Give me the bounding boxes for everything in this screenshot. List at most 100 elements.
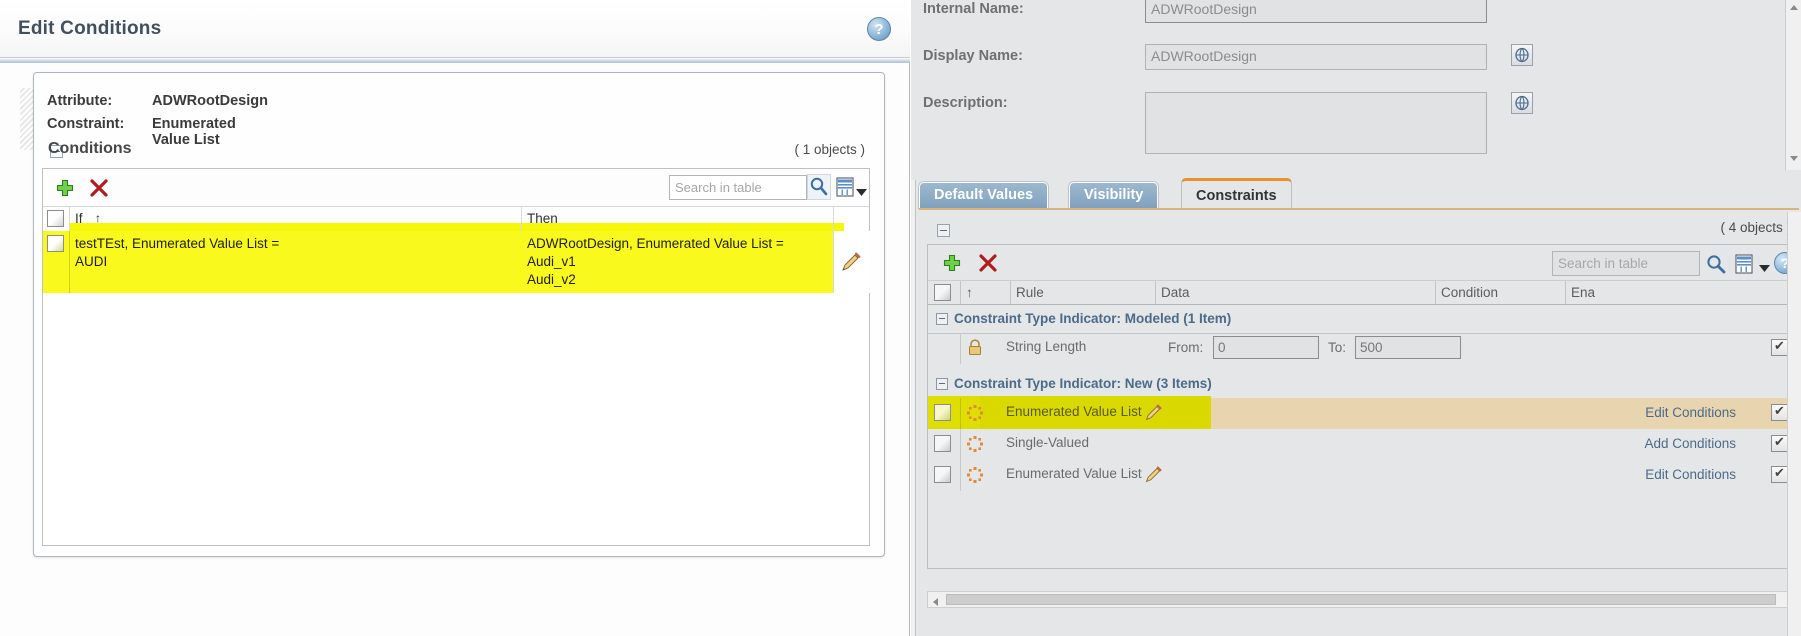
constraints-toolbar: ? (928, 245, 1798, 281)
description-field[interactable] (1145, 92, 1487, 154)
attribute-form: Internal Name: ADWRootDesign Display Nam… (911, 0, 1801, 180)
constraints-search-wrapper[interactable] (1552, 251, 1700, 276)
new-constraint-icon (966, 435, 984, 453)
constraints-expander[interactable] (937, 224, 950, 237)
table-row[interactable]: testTEst, Enumerated Value List = AUDI A… (43, 231, 870, 293)
from-label: From: (1168, 340, 1204, 355)
rule-label: Single-Valued (1006, 435, 1090, 450)
column-header-if[interactable]: If (69, 207, 521, 231)
table-row-single-valued[interactable]: Single-Valued Add Conditions (928, 429, 1798, 460)
add-plus-icon[interactable] (55, 178, 75, 198)
table-row-enumerated-value-list-selected[interactable]: Enumerated Value List Edit Conditions (928, 396, 1798, 429)
enabled-checkbox[interactable] (1771, 402, 1788, 421)
table-row-enumerated-value-list-2[interactable]: Enumerated Value List Edit Conditions (928, 460, 1798, 491)
enabled-checkbox[interactable] (1771, 337, 1788, 356)
internal-name-label: Internal Name: (923, 1, 1024, 17)
group-label-modeled: Constraint Type Indicator: Modeled (1 It… (954, 311, 1232, 326)
display-name-field[interactable]: ADWRootDesign (1145, 44, 1487, 70)
sort-indicator-icon[interactable]: ↑ (95, 211, 101, 225)
conditions-table-header: If ↑ Then (43, 207, 870, 237)
add-plus-icon-constraints[interactable] (942, 253, 962, 273)
string-length-to-field[interactable]: 500 (1355, 336, 1461, 359)
tab-strip-underline (919, 208, 1799, 210)
string-length-from-field[interactable]: 0 (1213, 336, 1319, 359)
select-all-checkbox[interactable] (47, 210, 64, 227)
column-header-actions (833, 207, 870, 231)
description-label: Description: (923, 95, 1008, 111)
pencil-edit-icon[interactable] (840, 251, 862, 273)
constraints-vertical-scrollbar[interactable] (1787, 212, 1801, 636)
column-header-rule[interactable]: Rule (1010, 281, 1155, 304)
edit-conditions-link-2[interactable]: Edit Conditions (1645, 467, 1736, 482)
rule-label: Enumerated Value List (1006, 404, 1142, 419)
group-expander-modeled[interactable] (936, 313, 948, 325)
app-root: Edit Conditions ? Attribute: ADWRootDesi… (0, 0, 1801, 636)
scrollbar-thumb[interactable] (946, 594, 1776, 605)
page-title: Edit Conditions (18, 18, 162, 39)
translate-globe-icon-display-name[interactable] (1511, 44, 1533, 66)
add-conditions-link[interactable]: Add Conditions (1644, 436, 1736, 451)
table-grid-icon-constraints[interactable] (1734, 253, 1754, 275)
scroll-down-arrow[interactable] (1788, 152, 1800, 164)
help-icon[interactable]: ? (867, 17, 891, 41)
attribute-value: ADWRootDesign (152, 93, 268, 109)
form-vertical-scrollbar[interactable] (1785, 0, 1801, 170)
group-header-new[interactable]: Constraint Type Indicator: New (3 Items) (928, 372, 1798, 398)
attribute-label: Attribute: (47, 93, 113, 109)
table-row-string-length[interactable]: String Length From: 0 To: 500 (928, 333, 1798, 364)
internal-name-field[interactable]: ADWRootDesign (1145, 0, 1487, 23)
constraints-section: ( 4 objects ) Search in table ? ↑ Rule D… (919, 212, 1799, 636)
search-input-wrapper[interactable] (669, 175, 807, 200)
conditions-section-title: Conditions (48, 140, 132, 157)
rule-label: String Length (1006, 339, 1087, 354)
new-constraint-icon (966, 404, 984, 422)
constraints-horizontal-scrollbar[interactable] (927, 591, 1799, 608)
constraints-search-input[interactable] (1553, 252, 1699, 275)
column-header-condition[interactable]: Condition (1435, 281, 1565, 304)
group-expander-new[interactable] (936, 378, 948, 390)
pencil-edit-icon[interactable] (1144, 403, 1163, 422)
conditions-table: If ↑ Then testTEst, Enumerated Value Lis… (42, 168, 870, 546)
delete-x-icon[interactable] (89, 178, 109, 198)
group-header-modeled[interactable]: Constraint Type Indicator: Modeled (1 It… (928, 307, 1798, 333)
row-checkbox[interactable] (934, 466, 951, 483)
row-divider (960, 333, 961, 364)
constraint-value: Enumerated Value List (152, 116, 236, 148)
row-divider (960, 398, 961, 429)
edit-conditions-link[interactable]: Edit Conditions (1645, 405, 1736, 420)
column-header-then[interactable]: Then (521, 207, 833, 231)
tab-constraints[interactable]: Constraints (1181, 178, 1292, 209)
chevron-down-icon-constraints[interactable] (1759, 260, 1770, 272)
cell-if: testTEst, Enumerated Value List = AUDI (75, 236, 280, 269)
constraint-label: Constraint: (47, 116, 125, 132)
translate-globe-icon-description[interactable] (1511, 92, 1533, 114)
tab-default-values[interactable]: Default Values (919, 182, 1049, 208)
column-header-enabled[interactable]: Ena (1565, 281, 1625, 304)
row-divider (69, 231, 70, 293)
table-empty-area (43, 293, 869, 545)
column-header-data[interactable]: Data (1155, 281, 1435, 304)
tab-visibility[interactable]: Visibility (1069, 182, 1159, 208)
chevron-down-icon[interactable] (856, 184, 867, 196)
scroll-left-arrow[interactable] (931, 595, 941, 606)
search-magnifier-icon[interactable] (807, 174, 831, 200)
constraints-table-header: ↑ Rule Data Condition Ena (928, 281, 1798, 305)
resize-hatch-decoration (20, 88, 34, 150)
table-grid-icon[interactable] (835, 176, 855, 198)
dialog-titlebar: Edit Conditions ? (0, 0, 910, 58)
row-checkbox[interactable] (934, 404, 951, 421)
properties-panel: Internal Name: ADWRootDesign Display Nam… (911, 0, 1801, 636)
row-checkbox[interactable] (934, 435, 951, 452)
row-checkbox[interactable] (47, 235, 64, 252)
search-input[interactable] (670, 176, 806, 199)
row-divider (960, 429, 961, 460)
column-header-sort[interactable]: ↑ (960, 281, 1010, 304)
delete-x-icon-constraints[interactable] (978, 253, 998, 273)
constraints-table: ? ↑ Rule Data Condition Ena Constraint T… (927, 244, 1799, 569)
scroll-up-arrow[interactable] (1788, 2, 1800, 14)
pencil-edit-icon[interactable] (1144, 465, 1163, 484)
constraints-select-all-checkbox[interactable] (934, 284, 951, 301)
enabled-checkbox[interactable] (1771, 464, 1788, 483)
search-magnifier-icon-constraints[interactable] (1704, 252, 1728, 276)
enabled-checkbox[interactable] (1771, 433, 1788, 452)
